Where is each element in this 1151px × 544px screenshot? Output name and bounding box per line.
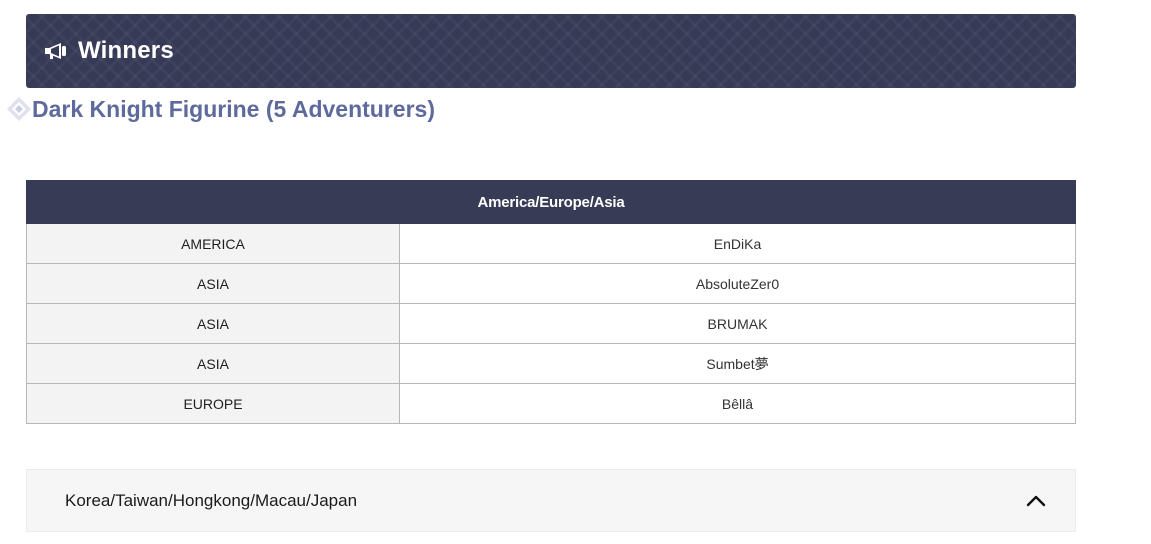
megaphone-icon <box>42 39 70 63</box>
region-cell: ASIA <box>26 263 400 304</box>
table-row: EUROPE Bêllâ <box>26 383 1076 424</box>
winner-cell: Sumbet夢 <box>399 343 1076 384</box>
table-row: ASIA BRUMAK <box>26 303 1076 344</box>
region-cell: ASIA <box>26 303 400 344</box>
table-row: ASIA AbsoluteZer0 <box>26 263 1076 304</box>
region-cell: EUROPE <box>26 383 400 424</box>
winner-cell: EnDiKa <box>399 223 1076 264</box>
section-heading: Dark Knight Figurine (5 Adventurers) <box>6 92 435 126</box>
table-header-row: America/Europe/Asia <box>26 180 1076 224</box>
winners-table: America/Europe/Asia AMERICA EnDiKa ASIA … <box>26 180 1076 424</box>
banner-title: Winners <box>78 37 174 64</box>
table-row: ASIA Sumbet夢 <box>26 343 1076 384</box>
table-row: AMERICA EnDiKa <box>26 223 1076 264</box>
region-cell: ASIA <box>26 343 400 384</box>
accordion-korea-taiwan-hongkong-macau-japan[interactable]: Korea/Taiwan/Hongkong/Macau/Japan <box>26 469 1076 532</box>
region-cell: AMERICA <box>26 223 400 264</box>
table-header: America/Europe/Asia <box>26 180 1076 224</box>
diamond-icon <box>6 96 32 122</box>
accordion-title: Korea/Taiwan/Hongkong/Macau/Japan <box>65 490 358 510</box>
section-title: Dark Knight Figurine (5 Adventurers) <box>32 95 435 122</box>
winner-cell: BRUMAK <box>399 303 1076 344</box>
winners-banner: Winners <box>26 14 1076 88</box>
winner-cell: AbsoluteZer0 <box>399 263 1076 304</box>
page: Winners Dark Knight Figurine (5 Adventur… <box>0 0 1151 544</box>
winner-cell: Bêllâ <box>399 383 1076 424</box>
chevron-up-icon[interactable] <box>1025 490 1047 512</box>
